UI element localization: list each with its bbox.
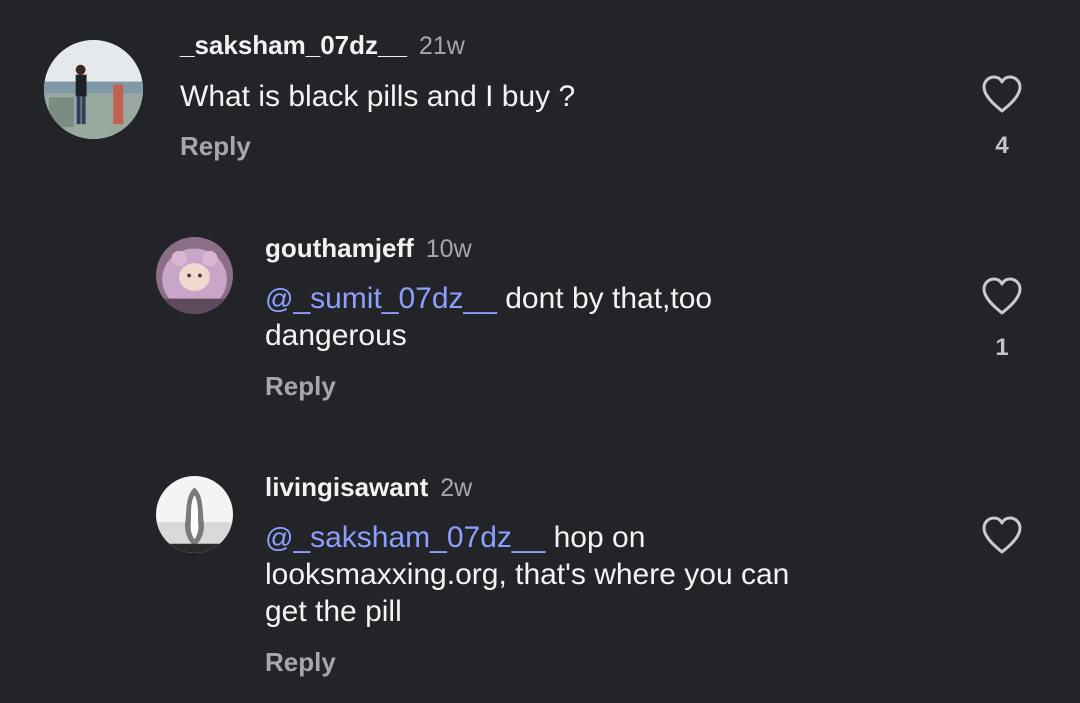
heart-icon xyxy=(982,75,1022,113)
timestamp: 21w xyxy=(418,32,465,60)
like-button[interactable] xyxy=(980,515,1024,555)
username[interactable]: gouthamjeff xyxy=(265,233,414,264)
username[interactable]: _saksham_07dz__ xyxy=(180,30,407,61)
comment-text-body: What is black pills and I buy ? xyxy=(180,80,576,113)
avatar[interactable] xyxy=(44,40,143,139)
heart-icon xyxy=(982,277,1022,315)
mention-link[interactable]: @_saksham_07dz__ xyxy=(265,521,545,554)
reply-button[interactable]: Reply xyxy=(180,131,251,162)
timestamp: 10w xyxy=(425,235,472,263)
mention-username: _sumit_07dz__ xyxy=(293,282,497,315)
like-count: 1 xyxy=(995,334,1009,361)
like-button[interactable] xyxy=(980,276,1024,316)
avatar[interactable] xyxy=(156,476,233,553)
threads-at-icon: @ xyxy=(265,283,294,314)
comment-text-line: get the pill xyxy=(265,595,402,628)
comment-meta: _saksham_07dz__ 21w xyxy=(180,30,465,61)
comment-text-body: dont by that,too xyxy=(496,282,713,315)
comment-text-body: hop on xyxy=(545,521,646,554)
mention-link[interactable]: @_sumit_07dz__ xyxy=(265,282,497,315)
like-count: 4 xyxy=(995,132,1009,159)
username[interactable]: livingisawant xyxy=(265,472,428,503)
mention-username: _saksham_07dz__ xyxy=(293,521,546,554)
comment-text: @_sumit_07dz__ dont by that,too dangerou… xyxy=(265,280,712,354)
comments-list: _saksham_07dz__ 21w What is black pills … xyxy=(0,0,1080,703)
comment-text: @_saksham_07dz__ hop on looksmaxxing.org… xyxy=(265,519,789,630)
comment-text-line: @_saksham_07dz__ hop on xyxy=(265,519,789,556)
reply-button[interactable]: Reply xyxy=(265,647,336,678)
heart-icon xyxy=(982,516,1022,554)
reply-button[interactable]: Reply xyxy=(265,371,336,402)
comment-meta: gouthamjeff 10w xyxy=(265,233,472,264)
comment-text-line: looksmaxxing.org, that's where you can xyxy=(265,558,790,591)
comment-meta: livingisawant 2w xyxy=(265,472,472,503)
threads-at-icon: @ xyxy=(265,522,294,553)
timestamp: 2w xyxy=(440,474,473,502)
comment-text-line: dangerous xyxy=(265,319,407,352)
like-button[interactable] xyxy=(980,74,1024,114)
comment-text-line: @_sumit_07dz__ dont by that,too xyxy=(265,280,712,317)
comment-text: What is black pills and I buy ? xyxy=(180,78,575,115)
avatar[interactable] xyxy=(156,237,233,314)
